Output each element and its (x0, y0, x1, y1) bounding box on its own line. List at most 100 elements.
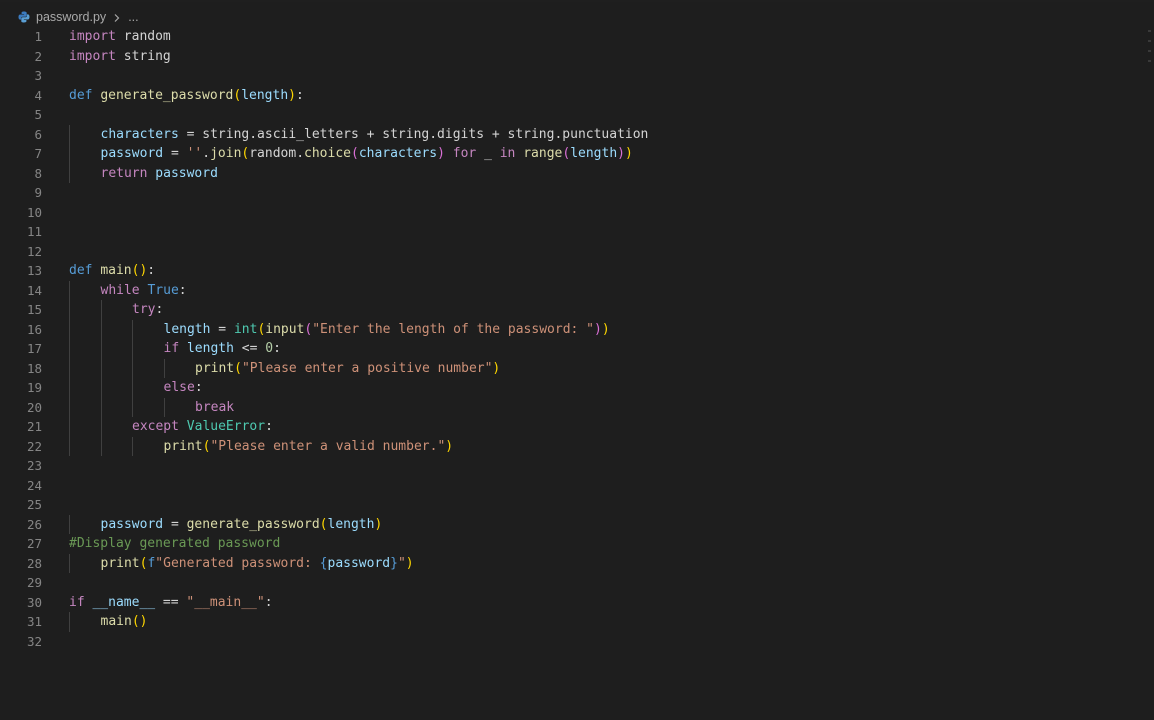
code-text: #Display generated password (69, 534, 280, 554)
code-token: = (210, 321, 234, 337)
code-token: ) (617, 146, 625, 161)
code-token: break (195, 399, 235, 415)
code-token: : (178, 282, 187, 298)
code-line[interactable]: 11 (0, 222, 1140, 242)
code-token: if (69, 594, 85, 610)
indent-guide (69, 163, 70, 183)
indent-guide (100, 300, 102, 320)
code-token: length (327, 516, 375, 532)
code-token: print (100, 555, 140, 571)
code-token: else (163, 380, 195, 395)
code-line[interactable]: 30 if __name__ == "__main__": (0, 593, 1140, 613)
code-token: choice (304, 146, 351, 161)
line-number: 7 (34, 146, 42, 161)
code-line[interactable]: 25 (0, 495, 1140, 515)
indent-guide (100, 436, 102, 456)
code-line[interactable]: 1 import random (0, 27, 1140, 47)
code-line[interactable]: 3 (0, 66, 1140, 86)
code-line[interactable]: 17 if length <= 0: (0, 339, 1140, 359)
code-line[interactable]: 20 break (0, 397, 1140, 417)
code-token: } (390, 555, 398, 571)
code-area[interactable]: 1 import random 2 import string 3 4 def genera… (0, 27, 1154, 667)
indent-guide (100, 339, 102, 359)
breadcrumb-file[interactable]: password.py (36, 10, 106, 24)
top-border (0, 0, 1154, 2)
code-token: random. (249, 146, 305, 161)
line-number: 12 (26, 243, 42, 259)
breadcrumb[interactable]: password.py ... (18, 8, 139, 26)
code-line[interactable]: 5 (0, 105, 1140, 125)
code-token: password (100, 516, 164, 532)
code-token: length (163, 321, 211, 337)
code-editor[interactable]: password.py ... 1 import random 2 import st… (0, 0, 1154, 720)
indent-guide (69, 436, 70, 456)
code-line[interactable]: 24 (0, 476, 1140, 496)
code-line[interactable]: 12 (0, 242, 1140, 262)
code-token: main (100, 263, 132, 278)
indent-guide (69, 378, 70, 398)
code-text: return password (101, 164, 218, 184)
code-token: : (155, 302, 164, 317)
code-line[interactable]: 23 (0, 456, 1140, 476)
code-token: print (195, 360, 235, 376)
code-token: ) (624, 146, 633, 161)
code-line[interactable]: 10 (0, 203, 1140, 223)
code-token: . (202, 146, 211, 161)
code-text: def main(): (69, 261, 155, 281)
line-number: 28 (26, 555, 42, 571)
line-number: 16 (26, 321, 42, 337)
code-line[interactable]: 7 password = ''.join(random.choice(charac… (0, 144, 1140, 164)
line-number: 5 (34, 107, 42, 122)
code-line[interactable]: 26 password = generate_password(length) (0, 514, 1140, 534)
code-line[interactable]: 16 length = int(input("Enter the length o… (0, 319, 1140, 339)
code-token: return (100, 165, 148, 181)
code-line[interactable]: 4 def generate_password(length): (0, 86, 1140, 106)
indent-guide (100, 417, 102, 437)
indent-guide (132, 319, 133, 339)
code-line[interactable]: 32 (0, 632, 1140, 652)
code-line[interactable]: 8 return password (0, 163, 1140, 184)
code-line[interactable]: 2 import string (0, 47, 1140, 67)
code-line[interactable]: 28 print(f"Generated password: {password}… (0, 553, 1140, 573)
code-line[interactable]: 19 else: (0, 378, 1140, 398)
line-number: 27 (26, 536, 42, 551)
code-line[interactable]: 21 except ValueError: (0, 417, 1140, 437)
line-number: 18 (26, 360, 42, 376)
code-token: main (100, 614, 132, 629)
overview-ruler (1148, 30, 1152, 90)
code-token: ( (351, 146, 359, 161)
code-line[interactable]: 22 print("Please enter a valid number.") (0, 436, 1140, 456)
line-number: 23 (26, 458, 42, 473)
indent-guide (69, 319, 70, 339)
code-text: characters = string.ascii_letters + stri… (101, 125, 649, 145)
indent-guide (163, 358, 165, 378)
line-number: 4 (34, 87, 42, 103)
code-token: () (131, 614, 148, 629)
indent-guide (69, 612, 70, 632)
code-text: if __name__ == "__main__": (69, 593, 273, 613)
code-token: : (265, 419, 273, 434)
code-line[interactable]: 14 while True: (0, 280, 1140, 300)
code-token: : (273, 341, 281, 356)
breadcrumb-more[interactable]: ... (128, 10, 138, 24)
indent-guide (69, 300, 70, 320)
chevron-right-icon (112, 12, 122, 22)
code-token: : (147, 263, 156, 278)
line-number: 19 (26, 380, 42, 395)
indent-guide (69, 339, 70, 359)
indent-guide (132, 378, 133, 398)
code-line[interactable]: 9 (0, 183, 1140, 203)
code-line[interactable]: 6 characters = string.ascii_letters + str… (0, 124, 1140, 145)
code-line[interactable]: 29 (0, 573, 1140, 593)
code-line[interactable]: 13 def main(): (0, 261, 1140, 281)
code-token: = (163, 516, 187, 532)
code-line[interactable]: 18 print("Please enter a positive number"… (0, 358, 1140, 378)
line-number: 30 (26, 594, 42, 610)
code-token: except (132, 419, 179, 434)
code-line[interactable]: 15 try: (0, 300, 1140, 320)
code-token: generate_password (100, 87, 234, 103)
code-line[interactable]: 31 main() (0, 612, 1140, 632)
code-token: : (296, 87, 304, 103)
code-line[interactable]: 27 #Display generated password (0, 534, 1140, 554)
